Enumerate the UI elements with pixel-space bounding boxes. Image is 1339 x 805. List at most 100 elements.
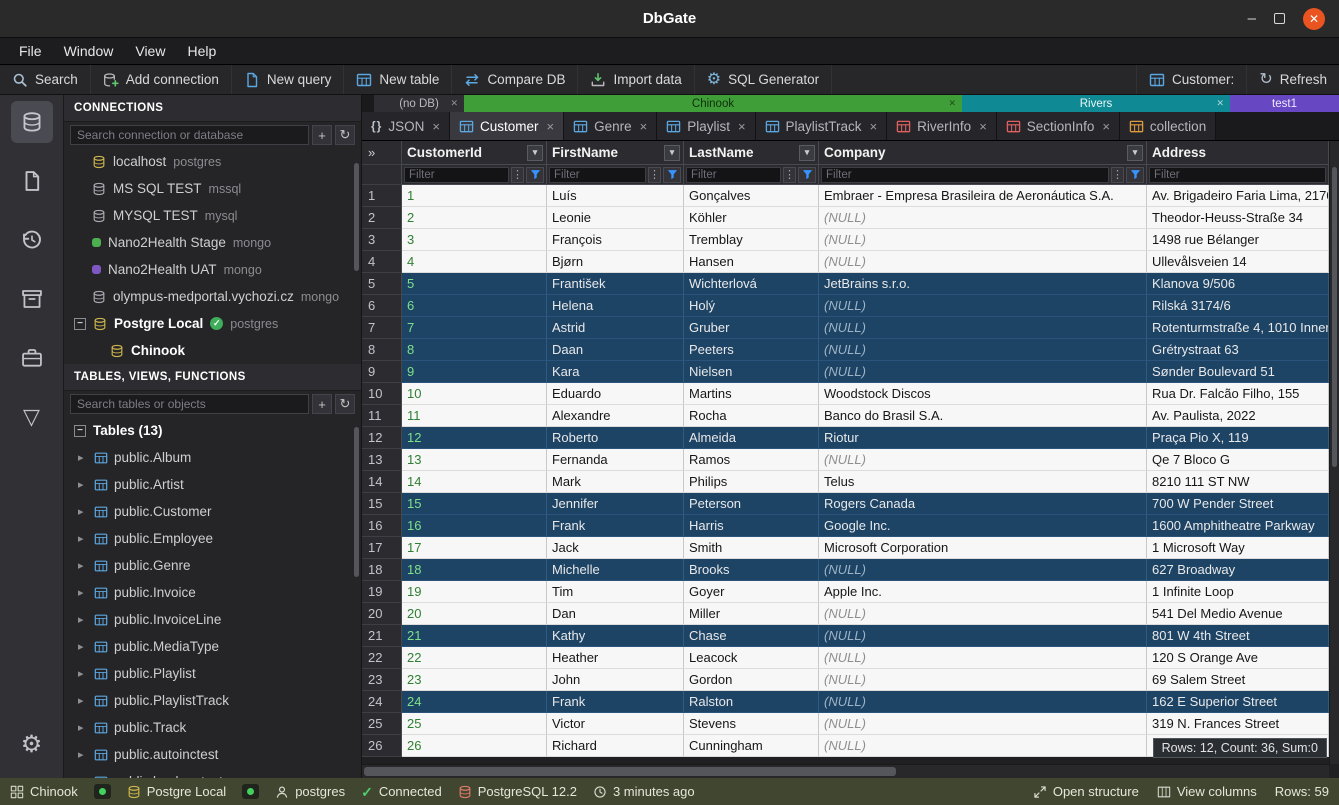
row-number[interactable]: 25	[362, 713, 402, 735]
sidebar-table-public-track[interactable]: ▸ public.Track	[64, 714, 361, 741]
grid-cell[interactable]: 2	[402, 207, 547, 229]
grid-cell[interactable]: 1 Microsoft Way	[1147, 537, 1329, 559]
minimize-button[interactable]: –	[1248, 10, 1256, 27]
chevron-right-icon[interactable]: ▸	[78, 451, 88, 464]
connection-postgre-local[interactable]: − Postgre Local ✓ postgres	[64, 310, 361, 337]
grid-cell[interactable]: 5	[402, 273, 547, 295]
grid-cell[interactable]: Tim	[547, 581, 684, 603]
grid-cell[interactable]: Bjørn	[547, 251, 684, 273]
filter-input-address[interactable]	[1149, 167, 1326, 183]
grid-cell[interactable]: Praça Pio X, 119	[1147, 427, 1329, 449]
grid-cell[interactable]: Roberto	[547, 427, 684, 449]
chevron-right-icon[interactable]: ▸	[78, 586, 88, 599]
grid-cell[interactable]: Smith	[684, 537, 819, 559]
close-tab-icon[interactable]: ×	[979, 119, 987, 134]
chevron-right-icon[interactable]: ▸	[78, 505, 88, 518]
grid-cell[interactable]: JetBrains s.r.o.	[819, 273, 1147, 295]
grid-cell[interactable]: Grétrystraat 63	[1147, 339, 1329, 361]
column-menu-icon[interactable]: ▾	[1127, 145, 1143, 161]
grid-cell[interactable]: (NULL)	[819, 625, 1147, 647]
grid-cell[interactable]: (NULL)	[819, 339, 1147, 361]
grid-cell[interactable]: Klanova 9/506	[1147, 273, 1329, 295]
row-number[interactable]: 11	[362, 405, 402, 427]
add-table-icon[interactable]: +	[312, 394, 332, 414]
grid-cell[interactable]: 1600 Amphitheatre Parkway	[1147, 515, 1329, 537]
grid-cell[interactable]: Gonçalves	[684, 185, 819, 207]
rail-settings[interactable]: ⚙	[11, 724, 53, 766]
grid-cell[interactable]: 319 N. Frances Street	[1147, 713, 1329, 735]
sidebar-table-public-autoinctest[interactable]: ▸ public.autoinctest	[64, 741, 361, 768]
grid-cell[interactable]: Philips	[684, 471, 819, 493]
grid-cell[interactable]: Rogers Canada	[819, 493, 1147, 515]
grid-cell[interactable]: 1498 rue Bélanger	[1147, 229, 1329, 251]
grid-cell[interactable]: Richard	[547, 735, 684, 757]
grid-cell[interactable]: (NULL)	[819, 251, 1147, 273]
sidebar-table-public-customer[interactable]: ▸ public.Customer	[64, 498, 361, 525]
chevron-right-icon[interactable]: ▸	[78, 532, 88, 545]
status-postgresql-12-2[interactable]: PostgreSQL 12.2	[458, 784, 577, 799]
column-header-lastname[interactable]: LastName ▾	[684, 141, 819, 165]
status-postgre-local[interactable]: Postgre Local	[127, 784, 227, 799]
row-number[interactable]: 4	[362, 251, 402, 273]
sidebar-table-public-playlisttrack[interactable]: ▸ public.PlaylistTrack	[64, 687, 361, 714]
tables-group-header[interactable]: − Tables (13)	[64, 417, 361, 444]
filter-input-customerid[interactable]	[404, 167, 509, 183]
row-number[interactable]: 16	[362, 515, 402, 537]
grid-cell[interactable]: Jack	[547, 537, 684, 559]
row-number[interactable]: 24	[362, 691, 402, 713]
grid-cell[interactable]: (NULL)	[819, 669, 1147, 691]
row-number[interactable]: 1	[362, 185, 402, 207]
grid-cell[interactable]: Microsoft Corporation	[819, 537, 1147, 559]
grid-cell[interactable]: Google Inc.	[819, 515, 1147, 537]
chevron-right-icon[interactable]: ▸	[78, 613, 88, 626]
grid-cell[interactable]: 1	[402, 185, 547, 207]
grid-cell[interactable]: Rilská 3174/6	[1147, 295, 1329, 317]
tab-playlist[interactable]: Playlist ×	[657, 112, 755, 140]
connection-olympus-medportal-vychozi-cz[interactable]: olympus-medportal.vychozi.cz mongo	[64, 283, 361, 310]
maximize-button[interactable]	[1274, 13, 1285, 24]
column-header-company[interactable]: Company ▾	[819, 141, 1147, 165]
menu-help[interactable]: Help	[176, 43, 227, 59]
rail-connections[interactable]	[11, 101, 53, 143]
column-menu-icon[interactable]: ▾	[527, 145, 543, 161]
grid-cell[interactable]: 120 S Orange Ave	[1147, 647, 1329, 669]
close-group-icon[interactable]: ✕	[1216, 98, 1224, 109]
grid-cell[interactable]: (NULL)	[819, 713, 1147, 735]
sidebar-table-public-playlist[interactable]: ▸ public.Playlist	[64, 660, 361, 687]
row-number[interactable]: 18	[362, 559, 402, 581]
grid-cell[interactable]: 9	[402, 361, 547, 383]
vertical-scrollbar[interactable]	[1329, 141, 1339, 764]
grid-cell[interactable]: Qe 7 Bloco G	[1147, 449, 1329, 471]
grid-cell[interactable]: Victor	[547, 713, 684, 735]
grid-cell[interactable]: Ramos	[684, 449, 819, 471]
row-number[interactable]: 5	[362, 273, 402, 295]
row-number[interactable]: 22	[362, 647, 402, 669]
sidebar-table-public-mediatype[interactable]: ▸ public.MediaType	[64, 633, 361, 660]
close-group-icon[interactable]: ✕	[948, 98, 956, 109]
grid-cell[interactable]: Rocha	[684, 405, 819, 427]
filter-funnel-icon[interactable]	[798, 167, 816, 183]
filter-funnel-icon[interactable]	[526, 167, 544, 183]
row-number[interactable]: 20	[362, 603, 402, 625]
row-number[interactable]: 13	[362, 449, 402, 471]
connections-scrollbar[interactable]	[354, 163, 359, 271]
grid-cell[interactable]: 25	[402, 713, 547, 735]
column-menu-icon[interactable]: ▾	[799, 145, 815, 161]
grid-cell[interactable]: 4	[402, 251, 547, 273]
filter-funnel-icon[interactable]	[1126, 167, 1144, 183]
grid-cell[interactable]: 23	[402, 669, 547, 691]
grid-cell[interactable]: François	[547, 229, 684, 251]
horizontal-scrollbar-thumb[interactable]	[364, 767, 896, 776]
grid-cell[interactable]: (NULL)	[819, 691, 1147, 713]
rail-query-history[interactable]	[11, 219, 53, 261]
chevron-right-icon[interactable]: ▸	[78, 667, 88, 680]
tables-search-input[interactable]	[70, 394, 309, 414]
grid-cell[interactable]: Fernanda	[547, 449, 684, 471]
toolbar-customer[interactable]: Customer:	[1136, 65, 1246, 94]
grid-cell[interactable]: (NULL)	[819, 647, 1147, 669]
filter-menu-icon[interactable]: ⋮	[1111, 167, 1124, 183]
grid-cell[interactable]: 8	[402, 339, 547, 361]
grid-cell[interactable]: Tremblay	[684, 229, 819, 251]
grid-cell[interactable]: Luís	[547, 185, 684, 207]
close-tab-icon[interactable]: ×	[1102, 119, 1110, 134]
